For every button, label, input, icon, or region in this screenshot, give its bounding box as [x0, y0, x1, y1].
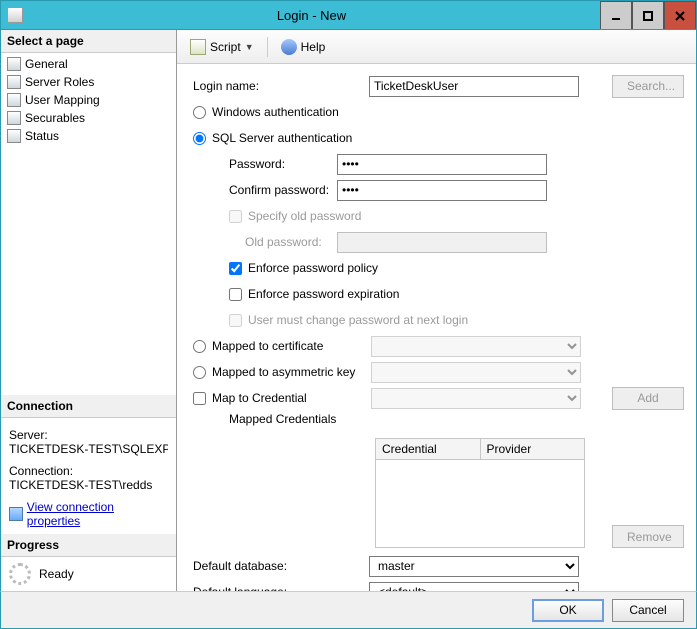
- login-name-input[interactable]: [369, 76, 579, 97]
- page-securables[interactable]: Securables: [1, 109, 176, 127]
- cert-select: [371, 336, 581, 357]
- page-user-mapping[interactable]: User Mapping: [1, 91, 176, 109]
- default-db-select[interactable]: master: [369, 556, 579, 577]
- page-label: User Mapping: [25, 93, 100, 107]
- map-credential-checkbox[interactable]: [193, 392, 206, 405]
- credentials-table-body: [375, 460, 585, 548]
- script-label: Script: [210, 40, 241, 54]
- ok-button[interactable]: OK: [532, 599, 604, 622]
- asym-select: [371, 362, 581, 383]
- default-lang-label: Default language:: [189, 585, 369, 591]
- close-button[interactable]: [664, 1, 696, 29]
- col-credential: Credential: [376, 439, 481, 459]
- page-icon: [7, 75, 21, 89]
- mapped-credentials-label: Mapped Credentials: [189, 412, 337, 426]
- script-button[interactable]: Script ▼: [185, 36, 259, 58]
- enforce-expiration-checkbox[interactable]: [229, 288, 242, 301]
- windows-auth-label: Windows authentication: [212, 105, 339, 119]
- toolbar: Script ▼ Help: [177, 30, 696, 64]
- col-provider: Provider: [481, 439, 585, 459]
- enforce-expiration-label: Enforce password expiration: [248, 287, 399, 301]
- connection-value: TICKETDESK-TEST\redds: [9, 478, 168, 492]
- sql-auth-label: SQL Server authentication: [212, 131, 352, 145]
- page-server-roles[interactable]: Server Roles: [1, 73, 176, 91]
- chevron-down-icon: ▼: [245, 42, 254, 52]
- sql-auth-radio[interactable]: [193, 132, 206, 145]
- specify-old-password-label: Specify old password: [248, 209, 361, 223]
- mapped-asym-radio[interactable]: [193, 366, 206, 379]
- select-page-header: Select a page: [1, 30, 176, 53]
- page-label: Securables: [25, 111, 85, 125]
- server-value: TICKETDESK-TEST\SQLEXPRESS: [9, 442, 168, 456]
- windows-auth-radio[interactable]: [193, 106, 206, 119]
- titlebar: Login - New: [0, 0, 697, 30]
- credential-select: [371, 388, 581, 409]
- mapped-asym-label: Mapped to asymmetric key: [212, 365, 355, 379]
- help-label: Help: [301, 40, 326, 54]
- specify-old-password-checkbox: [229, 210, 242, 223]
- add-button[interactable]: Add: [612, 387, 684, 410]
- default-db-label: Default database:: [189, 559, 369, 573]
- enforce-policy-label: Enforce password policy: [248, 261, 378, 275]
- map-credential-label: Map to Credential: [212, 391, 307, 405]
- password-label: Password:: [189, 157, 337, 171]
- connection-label: Connection:: [9, 464, 168, 478]
- must-change-checkbox: [229, 314, 242, 327]
- help-icon: [281, 39, 297, 55]
- page-label: General: [25, 57, 68, 71]
- connection-header: Connection: [1, 395, 176, 418]
- help-button[interactable]: Help: [276, 36, 331, 58]
- page-icon: [7, 57, 21, 71]
- dialog-footer: OK Cancel: [0, 591, 697, 629]
- password-input[interactable]: [337, 154, 547, 175]
- progress-spinner-icon: [9, 563, 31, 585]
- page-general[interactable]: General: [1, 55, 176, 73]
- minimize-button[interactable]: [600, 1, 632, 29]
- old-password-label: Old password:: [189, 235, 337, 249]
- view-connection-properties-link[interactable]: View connection properties: [9, 500, 168, 528]
- page-icon: [7, 129, 21, 143]
- must-change-label: User must change password at next login: [248, 313, 468, 327]
- cancel-button[interactable]: Cancel: [612, 599, 684, 622]
- credentials-table-header: Credential Provider: [375, 438, 585, 460]
- script-icon: [190, 39, 206, 55]
- default-lang-select[interactable]: <default>: [369, 582, 579, 592]
- left-pane: Select a page General Server Roles User …: [1, 30, 177, 591]
- mapped-cert-radio[interactable]: [193, 340, 206, 353]
- progress-header: Progress: [1, 534, 176, 557]
- remove-button[interactable]: Remove: [612, 525, 684, 548]
- confirm-password-input[interactable]: [337, 180, 547, 201]
- search-button[interactable]: Search...: [612, 75, 684, 98]
- old-password-input: [337, 232, 547, 253]
- page-label: Server Roles: [25, 75, 94, 89]
- login-name-label: Login name:: [189, 79, 369, 93]
- page-label: Status: [25, 129, 59, 143]
- link-icon: [9, 507, 23, 521]
- page-icon: [7, 111, 21, 125]
- page-status[interactable]: Status: [1, 127, 176, 145]
- progress-status: Ready: [39, 567, 74, 581]
- maximize-button[interactable]: [632, 1, 664, 29]
- server-label: Server:: [9, 428, 168, 442]
- window-title: Login - New: [23, 8, 600, 23]
- mapped-cert-label: Mapped to certificate: [212, 339, 323, 353]
- page-icon: [7, 93, 21, 107]
- system-icon: [7, 7, 23, 23]
- confirm-password-label: Confirm password:: [189, 183, 337, 197]
- enforce-policy-checkbox[interactable]: [229, 262, 242, 275]
